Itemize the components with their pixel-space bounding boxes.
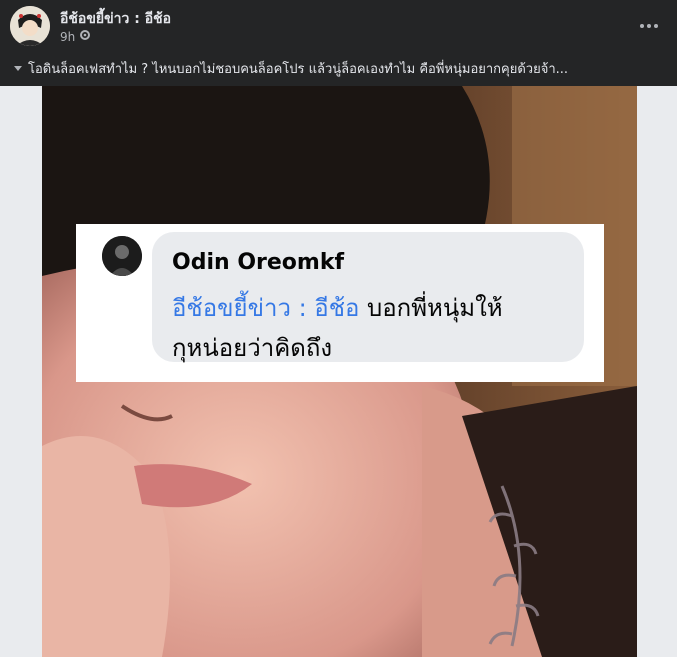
more-icon [640,24,644,28]
more-options-button[interactable] [635,14,663,38]
comment-screenshot: Odin Oreomkf อีช้อขยี้ข่าว : อีช้อ บอกพี… [76,224,604,382]
page-name[interactable]: อีช้อขยี้ข่าว : อีช้อ [60,8,171,30]
post-header: อีช้อขยี้ข่าว : อีช้อ 9h โอดินล็อคเฟสทำไ… [0,0,677,86]
gear-icon[interactable] [79,29,91,44]
caption-text: โอดินล็อคเฟสทำไม ? ไหนบอกไม่ชอบคนล็อคโปร… [28,62,569,77]
comment-bubble: Odin Oreomkf อีช้อขยี้ข่าว : อีช้อ บอกพี… [152,232,584,362]
commenter-name: Odin Oreomkf [172,250,345,275]
post-caption: โอดินล็อคเฟสทำไม ? ไหนบอกไม่ชอบคนล็อคโปร… [14,58,664,79]
post-time[interactable]: 9h [60,30,75,44]
caret-down-icon[interactable] [14,66,22,71]
photo-frame: Odin Oreomkf อีช้อขยี้ข่าว : อีช้อ บอกพี… [0,86,677,657]
page-avatar[interactable] [10,6,50,46]
comment-text-line2: กุหน่อยว่าคิดถึง [172,334,333,362]
commenter-avatar [102,236,142,276]
post-photo[interactable]: Odin Oreomkf อีช้อขยี้ข่าว : อีช้อ บอกพี… [42,86,637,657]
comment-text-inline: บอกพี่หนุ่มให้ [359,294,503,322]
post-meta: 9h [60,29,91,44]
mention-link: อีช้อขยี้ข่าว : อีช้อ [172,294,360,322]
comment-text: อีช้อขยี้ข่าว : อีช้อ บอกพี่หนุ่มให้ กุห… [172,288,572,368]
